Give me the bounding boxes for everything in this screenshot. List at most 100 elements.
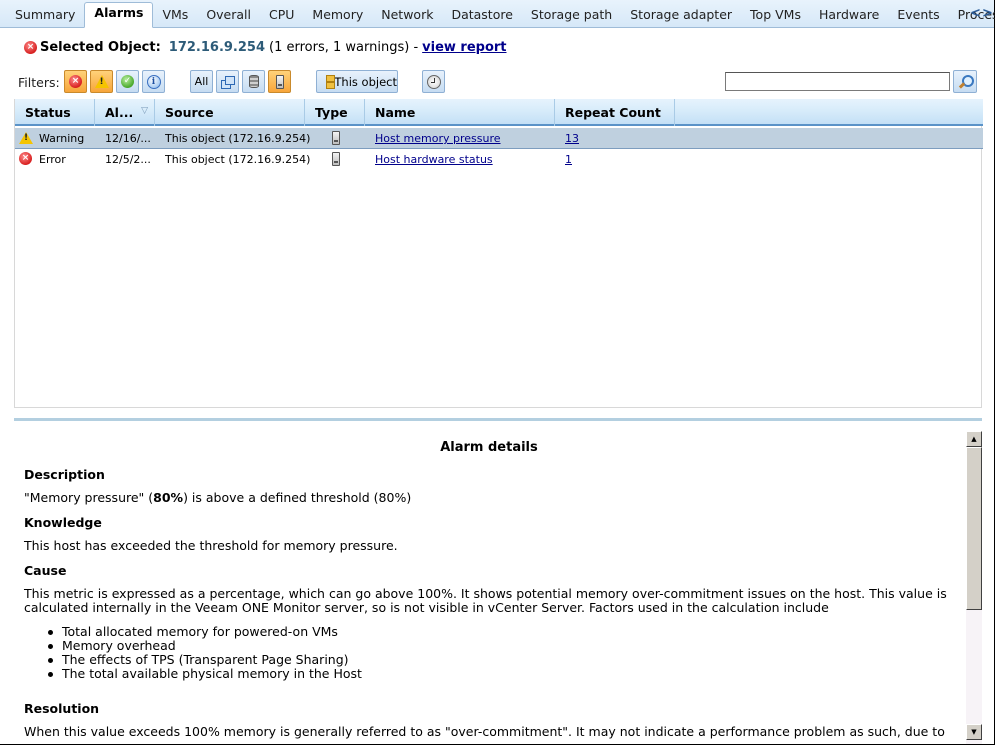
column-header-alarm-time[interactable]: Al... ▽ (95, 99, 155, 126)
search-input[interactable] (725, 72, 950, 91)
error-icon: × (24, 41, 37, 54)
scroll-thumb[interactable] (966, 447, 982, 610)
error-icon: × (69, 75, 82, 88)
column-header-type[interactable]: Type (305, 99, 365, 126)
alarms-grid: Status Al... ▽ Source Type Name Repeat Co… (14, 99, 983, 408)
source-cell: This object (172.16.9.254) (165, 132, 311, 145)
cause-heading: Cause (24, 563, 67, 578)
filter-all-button[interactable]: All (190, 70, 213, 93)
column-header-status[interactable]: Status (15, 99, 95, 126)
tab-vms[interactable]: VMs (153, 3, 197, 28)
tab-storage-path[interactable]: Storage path (522, 3, 621, 28)
tab-top-vms[interactable]: Top VMs (741, 3, 810, 28)
this-object-label: This object (334, 74, 397, 89)
tab-alarms[interactable]: Alarms (84, 2, 154, 28)
filter-resolved-button[interactable]: ✓ (116, 70, 139, 93)
description-heading: Description (24, 467, 105, 482)
knowledge-text: This host has exceeded the threshold for… (24, 538, 398, 553)
list-item: Memory overhead (48, 639, 362, 653)
list-item: The effects of TPS (Transparent Page Sha… (48, 653, 362, 667)
source-cell: This object (172.16.9.254) (165, 153, 311, 166)
tab-storage-adapter[interactable]: Storage adapter (621, 3, 741, 28)
ok-icon: ✓ (121, 75, 134, 88)
this-object-button[interactable]: This object (316, 70, 398, 93)
arrow-up-icon: ▲ (971, 435, 977, 443)
column-repeat-count-label: Repeat Count (565, 105, 661, 120)
tab-datastore[interactable]: Datastore (442, 3, 521, 28)
filter-info-button[interactable]: i (142, 70, 165, 93)
time-filter-button[interactable] (422, 70, 445, 93)
alarm-name-link[interactable]: Host hardware status (375, 153, 493, 166)
column-header-repeat-count[interactable]: Repeat Count (555, 99, 675, 126)
column-name-label: Name (375, 105, 416, 120)
error-icon: × (19, 152, 32, 165)
table-row[interactable]: × Error 12/5/2... This object (172.16.9.… (15, 149, 983, 170)
hierarchy-icon (321, 75, 336, 89)
column-alarm-time-label: Al... (105, 105, 134, 120)
tab-cpu[interactable]: CPU (260, 3, 303, 28)
repeat-count-link[interactable]: 13 (565, 132, 579, 145)
status-cell: Warning (39, 132, 85, 145)
repeat-count-link[interactable]: 1 (565, 153, 572, 166)
filter-vm-button[interactable] (216, 70, 239, 93)
cause-factors-list: Total allocated memory for powered-on VM… (48, 625, 362, 681)
tab-memory[interactable]: Memory (303, 3, 372, 28)
list-item: The total available physical memory in t… (48, 667, 362, 681)
alarm-name-link[interactable]: Host memory pressure (375, 132, 501, 145)
panel-splitter[interactable] (14, 418, 982, 421)
tab-scroll-controls: < > (970, 6, 993, 21)
filter-warnings-button[interactable] (90, 70, 113, 93)
column-source-label: Source (165, 105, 214, 120)
knowledge-heading: Knowledge (24, 515, 102, 530)
search-button[interactable] (953, 70, 977, 93)
chevron-left-icon[interactable]: < (970, 6, 981, 21)
column-header-name[interactable]: Name (365, 99, 555, 126)
tab-events[interactable]: Events (888, 3, 948, 28)
resolution-heading: Resolution (24, 701, 100, 716)
selected-object-ip: 172.16.9.254 (168, 40, 266, 55)
table-row[interactable]: Warning 12/16/... This object (172.16.9.… (15, 128, 983, 149)
host-icon (332, 131, 340, 145)
warning-icon (94, 75, 109, 88)
column-status-label: Status (25, 105, 71, 120)
name-cell: Host memory pressure (375, 128, 501, 149)
tab-overall[interactable]: Overall (197, 3, 260, 28)
sort-indicator-icon: ▽ (141, 106, 148, 116)
details-scrollbar[interactable]: ▲ ▼ (966, 431, 982, 744)
alarm-time-cell: 12/16/... (105, 132, 151, 145)
clock-icon (426, 74, 441, 89)
info-icon: i (146, 74, 161, 89)
host-icon (275, 74, 284, 89)
filter-datastore-button[interactable] (242, 70, 265, 93)
warning-icon (19, 132, 33, 144)
description-text: "Memory pressure" (80%) is above a defin… (24, 490, 412, 505)
host-icon (332, 152, 340, 166)
alarm-time-cell: 12/5/2... (105, 153, 151, 166)
grid-header: Status Al... ▽ Source Type Name Repeat Co… (15, 99, 983, 126)
chevron-right-icon[interactable]: > (982, 6, 993, 21)
selected-object-header: × Selected Object: 172.16.9.254 (1 error… (24, 40, 507, 55)
repeat-count-cell: 1 (565, 149, 572, 170)
tab-network[interactable]: Network (372, 3, 442, 28)
arrow-down-icon: ▼ (971, 728, 977, 736)
tab-summary[interactable]: Summary (6, 3, 84, 28)
name-cell: Host hardware status (375, 149, 493, 170)
scroll-up-button[interactable]: ▲ (966, 431, 982, 447)
tab-bar: Summary Alarms VMs Overall CPU Memory Ne… (0, 0, 995, 28)
filters-label: Filters: (18, 75, 60, 90)
filters-toolbar: Filters: × ✓ i All This object (18, 70, 978, 94)
alarm-details-title: Alarm details (440, 440, 538, 455)
datastore-icon (248, 75, 259, 88)
filter-errors-button[interactable]: × (64, 70, 87, 93)
view-report-link[interactable]: view report (422, 40, 506, 55)
search-icon (959, 75, 974, 88)
list-item: Total allocated memory for powered-on VM… (48, 625, 362, 639)
column-header-source[interactable]: Source (155, 99, 305, 126)
alarm-counts: (1 errors, 1 warnings) - (269, 40, 419, 55)
filter-host-button[interactable] (268, 70, 291, 93)
alarm-details-panel: Alarm details Description "Memory pressu… (14, 426, 982, 744)
scroll-down-button[interactable]: ▼ (966, 724, 982, 740)
column-type-label: Type (315, 105, 348, 120)
tab-hardware[interactable]: Hardware (810, 3, 888, 28)
filter-all-label: All (194, 75, 209, 88)
